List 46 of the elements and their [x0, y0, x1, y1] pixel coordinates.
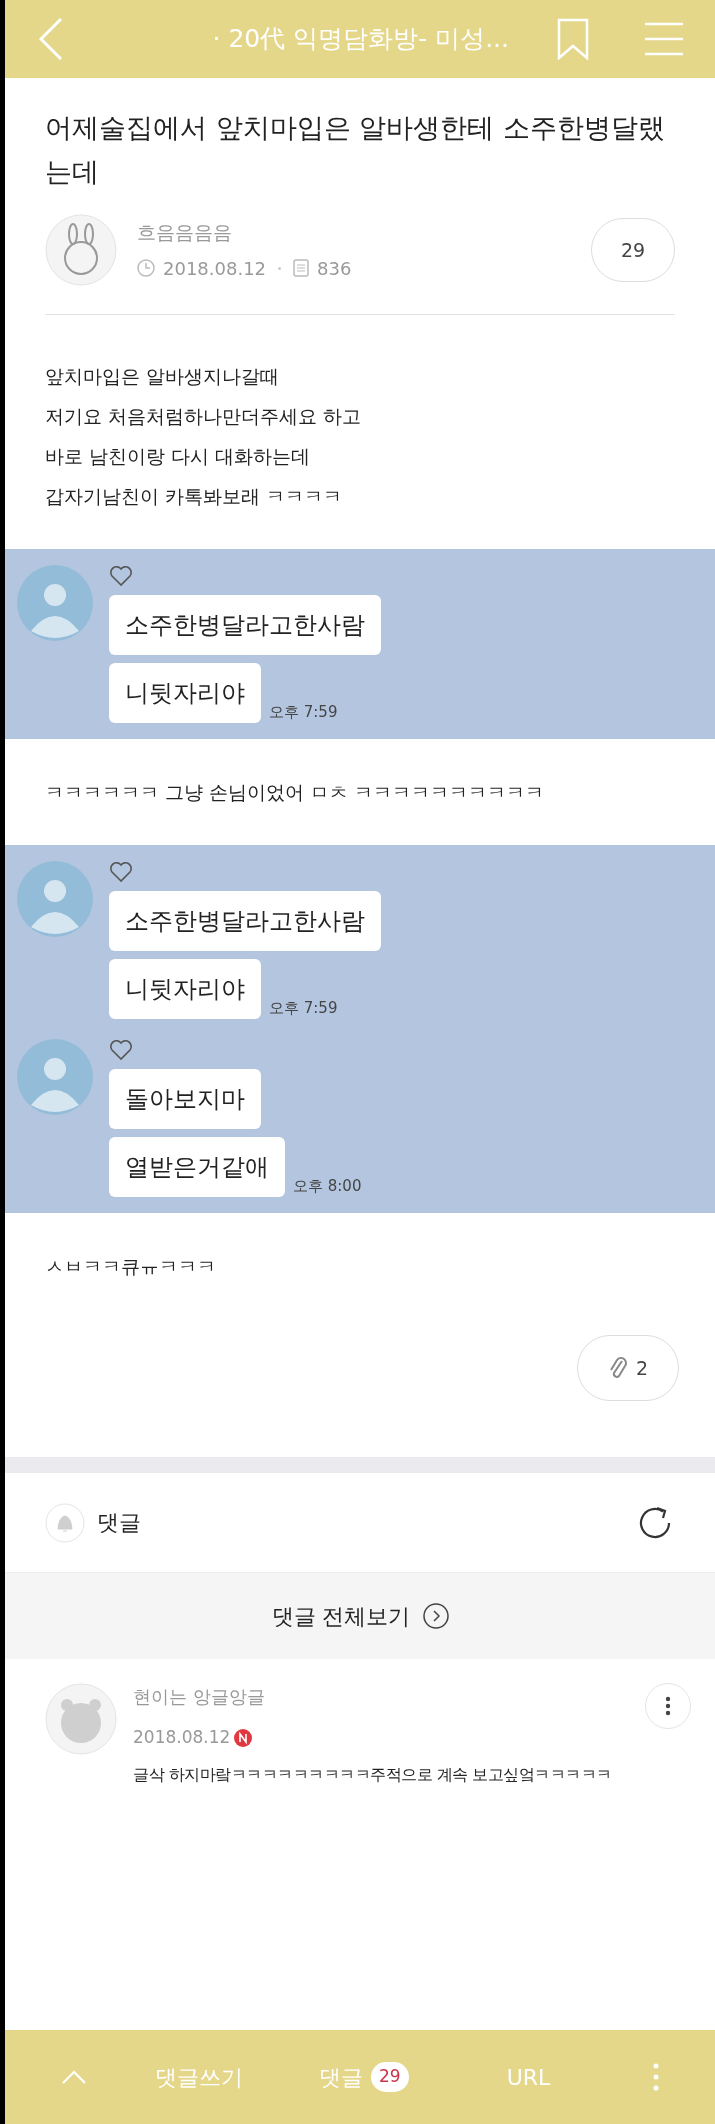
post-date: 2018.08.12 — [163, 256, 267, 281]
menu-icon[interactable] — [645, 20, 683, 58]
board-title: · 20代 익명담화방- 미성... — [212, 23, 509, 56]
commenter-name: 현이는 앙글앙글 — [133, 1685, 265, 1709]
clock-icon — [137, 259, 155, 278]
post-text: ㅅㅂㅋㅋ큐ㅠㅋㅋㅋ — [45, 1254, 217, 1279]
heart-icon[interactable] — [109, 565, 133, 587]
avatar-icon — [17, 1039, 93, 1115]
bell-icon[interactable] — [45, 1502, 85, 1543]
back-icon[interactable] — [37, 17, 65, 61]
comment-text: 글삭 하지마랔ㅋㅋㅋㅋㅋㅋㅋㅋㅋ주적으로 계속 보고싶엌ㅋㅋㅋㅋㅋ — [133, 1763, 613, 1786]
heart-icon[interactable] — [109, 861, 133, 883]
more-icon — [665, 1696, 671, 1716]
post-text: 앞치마입은 알바생지나갈때 — [45, 364, 281, 389]
view-all-comments-button[interactable]: 댓글 전체보기 — [5, 1573, 715, 1659]
comments-button[interactable]: 댓글 29 — [319, 2060, 409, 2094]
chat-bubble: 니뒷자리야 — [109, 959, 261, 1019]
chat-bubble: 열받은거같애 — [109, 1137, 285, 1197]
message-time: 오후 7:59 — [269, 997, 338, 1019]
message-time: 오후 7:59 — [269, 701, 338, 723]
post-text: 갑자기남친이 카톡봐보래 ㅋㅋㅋㅋ — [45, 484, 344, 509]
chat-bubble: 소주한병달라고한사람 — [109, 891, 381, 951]
avatar-icon — [17, 861, 93, 937]
chat-bubble: 소주한병달라고한사람 — [109, 595, 381, 655]
chat-bubble: 돌아보지마 — [109, 1069, 261, 1129]
chevron-circle-icon — [422, 1603, 449, 1629]
post-title: 어제술집에서 앞치마입은 알바생한테 소주한병달랬는데 — [45, 111, 666, 189]
post-text: 바로 남친이랑 다시 대화하는데 — [45, 444, 312, 469]
author-name: 흐음음음음 — [137, 220, 233, 246]
author-avatar — [45, 214, 117, 286]
paperclip-icon — [607, 1355, 628, 1381]
comments-heading: 댓글 — [97, 1509, 141, 1537]
view-count: 836 — [317, 256, 352, 281]
avatar-icon — [17, 565, 93, 641]
message-time: 오후 8:00 — [293, 1175, 362, 1197]
document-icon — [293, 259, 310, 278]
comment-count-badge: 29 — [371, 2062, 409, 2092]
bookmark-icon[interactable] — [557, 18, 589, 60]
scroll-up-icon[interactable] — [61, 2069, 87, 2085]
heart-icon[interactable] — [109, 1039, 133, 1061]
post-text: ㅋㅋㅋㅋㅋㅋ 그냥 손님이었어 ㅁㅊ ㅋㅋㅋㅋㅋㅋㅋㅋㅋㅋ — [45, 780, 546, 805]
post-text: 저기요 처음처럼하나만더주세요 하고 — [45, 404, 363, 429]
chat-bubble: 니뒷자리야 — [109, 663, 261, 723]
commenter-avatar — [45, 1683, 117, 1755]
more-icon[interactable] — [653, 2063, 659, 2091]
comment-date: 2018.08.12 — [133, 1726, 231, 1749]
